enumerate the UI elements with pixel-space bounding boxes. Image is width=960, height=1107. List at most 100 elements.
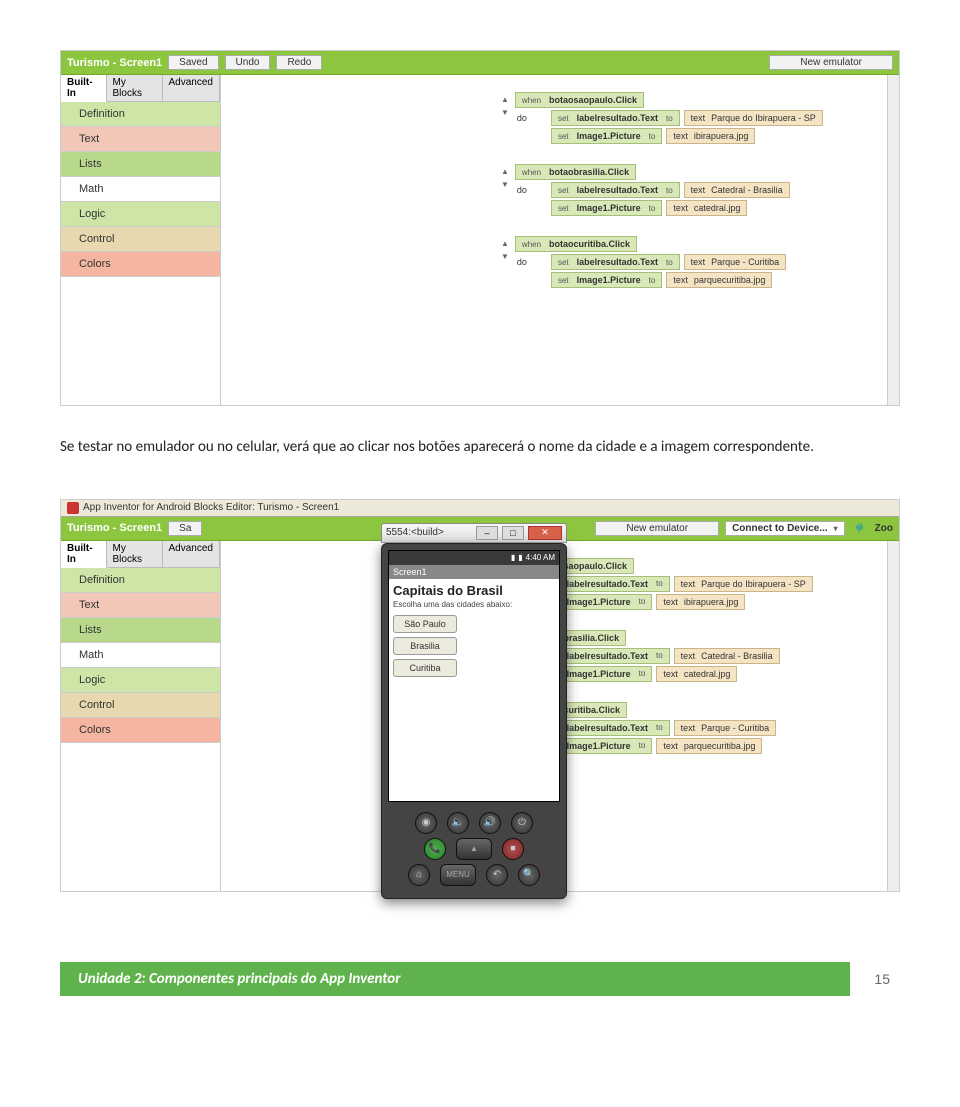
java-window-title: App Inventor for Android Blocks Editor: …	[61, 500, 899, 517]
drawer-lists-2[interactable]: Lists	[61, 618, 220, 643]
hw-call-button[interactable]: 📞	[424, 838, 446, 860]
hw-vol-down-button[interactable]: 🔈	[447, 812, 469, 834]
drawer-math[interactable]: Math	[61, 177, 220, 202]
hw-power-button[interactable]: ⏻	[511, 812, 533, 834]
text-value-block[interactable]: textparquecuritiba.jpg	[656, 738, 762, 754]
app-heading: Capitais do Brasil	[393, 583, 555, 598]
text-value-block[interactable]: textParque - Curitiba	[684, 254, 787, 270]
drawer-text-2[interactable]: Text	[61, 593, 220, 618]
app-content: Capitais do Brasil Escolha uma das cidad…	[389, 579, 559, 801]
when-block[interactable]: ▲whenbotaobrasilia.Click▼dosetlabelresul…	[501, 163, 879, 217]
status-time: 4:40 AM	[526, 553, 555, 562]
app-subheading: Escolha uma das cidades abaixo:	[393, 600, 555, 609]
drawer-lists[interactable]: Lists	[61, 152, 220, 177]
drawer-colors-2[interactable]: Colors	[61, 718, 220, 743]
screenshot-blocks-editor-with-emulator: App Inventor for Android Blocks Editor: …	[60, 499, 900, 892]
new-emulator-button[interactable]: New emulator	[769, 55, 893, 70]
palette-tabs: Built-In My Blocks Advanced	[61, 75, 220, 102]
close-button[interactable]: ✕	[528, 526, 562, 540]
project-title: Turismo - Screen1	[67, 57, 162, 69]
hw-search-button[interactable]: 🔍	[518, 864, 540, 886]
block-palette-2: Built-In My Blocks Advanced Definition T…	[61, 541, 221, 891]
text-value-block[interactable]: textParque do Ibirapuera - SP	[684, 110, 823, 126]
collapse-icon: ▲	[501, 168, 509, 176]
collapse-icon: ▼	[501, 253, 509, 261]
footer-title: Unidade 2: Componentes principais do App…	[60, 962, 850, 996]
hw-home-button[interactable]: ⌂	[408, 864, 430, 886]
text-value-block[interactable]: textcatedral.jpg	[666, 200, 747, 216]
city-button-curitiba[interactable]: Curitiba	[393, 659, 457, 677]
city-button-sp[interactable]: São Paulo	[393, 615, 457, 633]
drawer-math-2[interactable]: Math	[61, 643, 220, 668]
java-icon	[67, 502, 79, 514]
drawer-control-2[interactable]: Control	[61, 693, 220, 718]
redo-button[interactable]: Redo	[276, 55, 322, 70]
saved-button-2[interactable]: Sa	[168, 521, 202, 536]
when-block[interactable]: ▲whenbotaosaopaulo.Click▼dosetlabelresul…	[501, 91, 879, 145]
emulator-screen: ▮ ▮ 4:40 AM Screen1 Capitais do Brasil E…	[388, 550, 560, 802]
tab-advanced-2[interactable]: Advanced	[163, 541, 220, 567]
scrollbar[interactable]	[887, 75, 899, 405]
text-value-block[interactable]: textibirapuera.jpg	[666, 128, 755, 144]
battery-icon: ▮	[518, 553, 522, 562]
block-palette: Built-In My Blocks Advanced Definition T…	[61, 75, 221, 405]
drawer-text[interactable]: Text	[61, 127, 220, 152]
java-title-text: App Inventor for Android Blocks Editor: …	[83, 502, 339, 513]
drawer-colors[interactable]: Colors	[61, 252, 220, 277]
text-value-block[interactable]: textParque - Curitiba	[674, 720, 777, 736]
drawer-logic[interactable]: Logic	[61, 202, 220, 227]
minimize-button[interactable]: ‒	[476, 526, 498, 540]
emulator-window-title: 5554:<build>	[386, 527, 472, 538]
collapse-icon: ▼	[501, 109, 509, 117]
text-value-block[interactable]: textcatedral.jpg	[656, 666, 737, 682]
undo-button[interactable]: Undo	[225, 55, 271, 70]
emulator-window: 5554:<build> ‒ □ ✕ ▮ ▮ 4:40 AM Screen	[381, 523, 567, 899]
editor-topbar: Turismo - Screen1 Saved Undo Redo New em…	[61, 51, 899, 75]
tab-advanced[interactable]: Advanced	[163, 75, 220, 101]
text-value-block[interactable]: textibirapuera.jpg	[656, 594, 745, 610]
page-number: 15	[850, 971, 900, 987]
saved-button[interactable]: Saved	[168, 55, 218, 70]
hw-dpad[interactable]: ▲	[456, 838, 492, 860]
drawer-definition-2[interactable]: Definition	[61, 568, 220, 593]
signal-icon: ▮	[511, 553, 515, 562]
page-footer: Unidade 2: Componentes principais do App…	[60, 962, 900, 996]
text-value-block[interactable]: textCatedral - Brasilia	[684, 182, 790, 198]
emulator-phone-frame: ▮ ▮ 4:40 AM Screen1 Capitais do Brasil E…	[381, 543, 567, 899]
collapse-icon: ▲	[501, 240, 509, 248]
hw-end-button[interactable]: ⏹	[502, 838, 524, 860]
project-title-2: Turismo - Screen1	[67, 522, 162, 534]
hw-vol-up-button[interactable]: 🔊	[479, 812, 501, 834]
zoom-label: Zoo	[875, 523, 893, 534]
android-statusbar: ▮ ▮ 4:40 AM	[389, 551, 559, 565]
tab-myblocks[interactable]: My Blocks	[107, 75, 163, 101]
emulator-titlebar[interactable]: 5554:<build> ‒ □ ✕	[381, 523, 567, 543]
text-value-block[interactable]: textCatedral - Brasilia	[674, 648, 780, 664]
scrollbar-2[interactable]	[887, 541, 899, 891]
hw-menu-button[interactable]: MENU	[440, 864, 476, 886]
when-block[interactable]: ▲whenbotaocuritiba.Click▼dosetlabelresul…	[501, 235, 879, 289]
drawer-control[interactable]: Control	[61, 227, 220, 252]
city-button-brasilia[interactable]: Brasilia	[393, 637, 457, 655]
plug-icon	[851, 521, 869, 535]
tab-builtin-2[interactable]: Built-In	[61, 541, 107, 568]
drawer-logic-2[interactable]: Logic	[61, 668, 220, 693]
new-emulator-button-2[interactable]: New emulator	[595, 521, 719, 536]
collapse-icon: ▲	[501, 96, 509, 104]
hw-vol-button[interactable]: ◉	[415, 812, 437, 834]
hw-back-button[interactable]: ↶	[486, 864, 508, 886]
screenshot-blocks-editor-1: Turismo - Screen1 Saved Undo Redo New em…	[60, 50, 900, 406]
tab-myblocks-2[interactable]: My Blocks	[107, 541, 163, 567]
emulator-hardware-buttons: ◉ 🔈 🔊 ⏻ 📞 ▲ ⏹ ⌂	[388, 802, 560, 892]
tab-builtin[interactable]: Built-In	[61, 75, 107, 102]
text-value-block[interactable]: textparquecuritiba.jpg	[666, 272, 772, 288]
text-value-block[interactable]: textParque do Ibirapuera - SP	[674, 576, 813, 592]
body-paragraph: Se testar no emulador ou no celular, ver…	[60, 436, 900, 459]
drawer-definition[interactable]: Definition	[61, 102, 220, 127]
app-titlebar: Screen1	[389, 565, 559, 579]
connect-device-dropdown[interactable]: Connect to Device...	[725, 521, 845, 536]
maximize-button[interactable]: □	[502, 526, 524, 540]
block-canvas-1[interactable]: ▲whenbotaosaopaulo.Click▼dosetlabelresul…	[221, 75, 899, 405]
collapse-icon: ▼	[501, 181, 509, 189]
block-canvas-2[interactable]: ▲whenbotaosaopaulo.Click▼dosetlabelresul…	[221, 541, 899, 891]
